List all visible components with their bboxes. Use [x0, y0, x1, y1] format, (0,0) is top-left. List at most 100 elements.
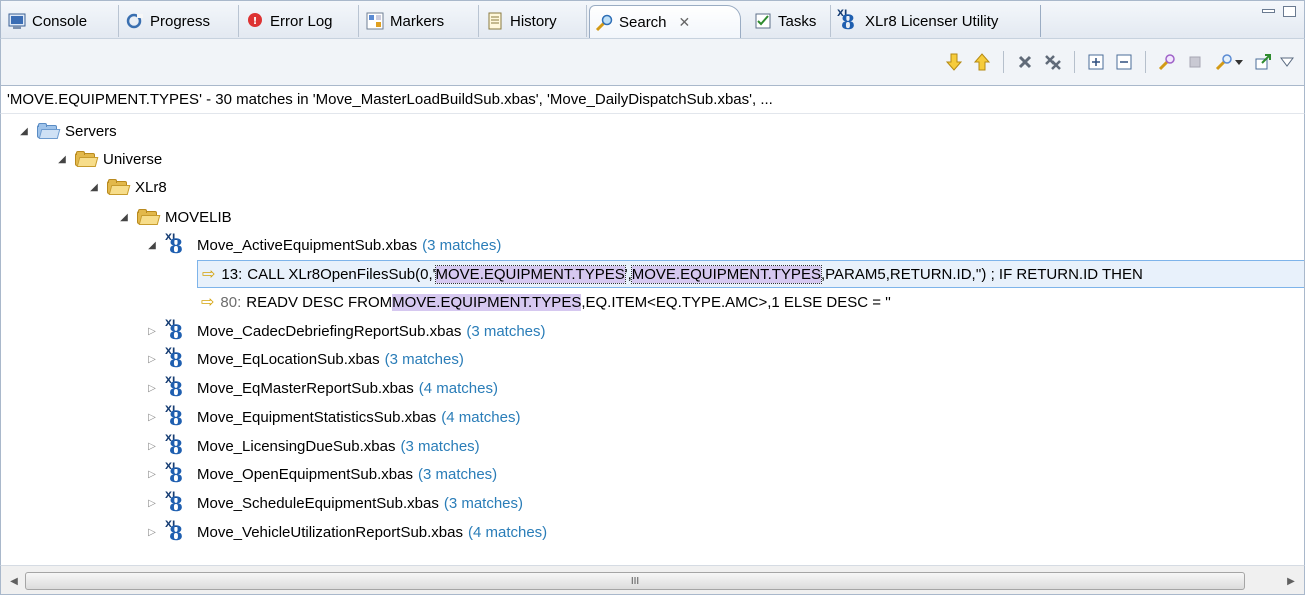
chevron-down-icon: [1235, 60, 1243, 65]
tree-node-file[interactable]: ▷ XL 8 Move_EqMasterReportSub.xbas (4 mat…: [145, 374, 498, 402]
collapsed-icon[interactable]: ▷: [145, 354, 159, 365]
collapsed-icon[interactable]: ▷: [145, 441, 159, 452]
maximize-button[interactable]: [1283, 6, 1296, 17]
match-highlight: MOVE.EQUIPMENT.TYPES: [434, 264, 626, 284]
tree-node-universe[interactable]: ◢ Universe: [55, 145, 162, 173]
tab-markers[interactable]: Markers: [361, 5, 479, 37]
tree-node-file[interactable]: ▷ XL 8 Move_VehicleUtilizationReportSub.x…: [145, 518, 547, 546]
expanded-icon[interactable]: ◢: [87, 182, 101, 193]
tree-node-file[interactable]: ▷ XL 8 Move_EquipmentStatisticsSub.xbas (…: [145, 403, 521, 431]
remove-all-icon: [1045, 55, 1061, 70]
match-count: (4 matches): [418, 379, 498, 397]
tree-node-file-expanded[interactable]: ◢ XL 8 Move_ActiveEquipmentSub.xbas (3 ma…: [145, 231, 501, 259]
collapsed-icon[interactable]: ▷: [145, 498, 159, 509]
match-count: (3 matches): [443, 494, 524, 512]
horizontal-scrollbar[interactable]: ◀ III ▶: [0, 565, 1305, 595]
collapsed-icon[interactable]: ▷: [145, 383, 159, 394]
xlr8-file-icon: XL 8: [165, 462, 183, 487]
expand-all-button[interactable]: [1085, 51, 1107, 73]
xlr8-file-icon: XL 8: [165, 405, 183, 430]
remove-selected-matches-button[interactable]: [1014, 51, 1036, 73]
line-number: 13:: [221, 265, 243, 283]
progress-icon: [125, 11, 145, 31]
match-count: (3 matches): [384, 350, 464, 368]
search-again-icon: [1158, 54, 1175, 71]
collapse-all-button[interactable]: [1113, 51, 1135, 73]
tab-history[interactable]: History: [481, 5, 587, 37]
close-icon[interactable]: ✕: [679, 14, 691, 31]
match-text-after: ,EQ.ITEM<EQ.TYPE.AMC>,1 ELSE DESC = '': [581, 293, 891, 311]
expand-all-icon: [1088, 54, 1104, 70]
tree-node-file[interactable]: ▷ XL 8 Move_EqLocationSub.xbas (3 matches…: [145, 345, 464, 373]
search-history-icon: [1215, 54, 1232, 71]
run-search-again-button[interactable]: [1156, 51, 1178, 73]
xlr8-file-icon: XL 8: [165, 233, 183, 258]
match-highlight: MOVE.EQUIPMENT.TYPES: [630, 264, 822, 284]
expanded-icon[interactable]: ◢: [55, 154, 69, 165]
expanded-icon[interactable]: ◢: [117, 212, 131, 223]
view-menu-button[interactable]: [1280, 51, 1294, 73]
expanded-icon[interactable]: ◢: [145, 240, 159, 251]
pin-icon: [1255, 54, 1271, 70]
collapsed-icon[interactable]: ▷: [145, 412, 159, 423]
match-line-selected[interactable]: ⇨ 13: CALL XLr8OpenFilesSub(0,' MOVE.EQUI…: [197, 260, 1304, 288]
file-name: Move_EquipmentStatisticsSub.xbas: [197, 408, 437, 426]
scroll-left-button[interactable]: ◀: [5, 572, 23, 590]
match-count: (3 matches): [400, 437, 480, 455]
match-arrow-icon: ⇨: [201, 294, 215, 311]
tree-node-file[interactable]: ▷ XL 8 Move_LicensingDueSub.xbas (3 match…: [145, 432, 480, 460]
scroll-right-button[interactable]: ▶: [1282, 572, 1300, 590]
minimize-button[interactable]: [1262, 9, 1275, 13]
collapsed-icon[interactable]: ▷: [145, 326, 159, 337]
previous-match-button[interactable]: [971, 51, 993, 73]
tab-console[interactable]: Console: [3, 5, 119, 37]
tree-node-file[interactable]: ▷ XL 8 Move_CadecDebriefingReportSub.xbas…: [145, 317, 546, 345]
folder-icon: [107, 179, 131, 195]
tab-xlr8-licenser-utility[interactable]: XL 8 XLr8 Licenser Utility: [833, 5, 1041, 37]
remove-all-matches-button[interactable]: [1042, 51, 1064, 73]
toolbar-separator: [1145, 51, 1146, 73]
view-menu-icon: [1280, 57, 1294, 67]
tab-error-log[interactable]: ! Error Log: [241, 5, 359, 37]
collapsed-icon[interactable]: ▷: [145, 469, 159, 480]
tab-tasks[interactable]: Tasks: [749, 5, 831, 37]
tree-node-file[interactable]: ▷ XL 8 Move_ScheduleEquipmentSub.xbas (3 …: [145, 489, 523, 517]
xlr8-file-icon: XL 8: [165, 491, 183, 516]
match-count: (3 matches): [466, 322, 546, 340]
scrollbar-thumb[interactable]: III: [25, 572, 1245, 590]
search-history-dropdown[interactable]: [1212, 51, 1246, 73]
xlr8-icon: XL 8: [837, 9, 855, 34]
error-log-icon: !: [245, 11, 265, 31]
tab-progress[interactable]: Progress: [121, 5, 239, 37]
file-name: Move_OpenEquipmentSub.xbas: [197, 465, 413, 483]
server-folder-icon: [37, 123, 61, 139]
expanded-icon[interactable]: ◢: [17, 126, 31, 137]
next-match-button[interactable]: [943, 51, 965, 73]
svg-text:!: !: [253, 16, 258, 27]
match-count: (4 matches): [467, 523, 548, 541]
match-text-before: READV DESC FROM: [246, 293, 393, 311]
arrow-up-icon: [973, 53, 991, 71]
remove-icon: [1018, 55, 1032, 69]
xlr8-file-icon: XL 8: [165, 376, 183, 401]
tree-node-movelib[interactable]: ◢ MOVELIB: [117, 203, 232, 231]
window-controls: [1262, 6, 1296, 17]
arrow-down-icon: [945, 53, 963, 71]
tab-label: Search: [619, 14, 667, 31]
pin-search-view-button[interactable]: [1252, 51, 1274, 73]
match-count: (4 matches): [441, 408, 521, 426]
cancel-search-button[interactable]: [1184, 51, 1206, 73]
file-name: Move_CadecDebriefingReportSub.xbas: [197, 322, 462, 340]
tree-node-xlr8[interactable]: ◢ XLr8: [87, 173, 167, 201]
match-highlight: MOVE.EQUIPMENT.TYPES: [392, 293, 582, 311]
toolbar-separator: [1074, 51, 1075, 73]
collapsed-icon[interactable]: ▷: [145, 527, 159, 538]
tab-search[interactable]: Search ✕: [589, 5, 741, 39]
search-results-tree[interactable]: ◢ Servers ◢ Universe ◢ XLr8 ◢ MOVELIB ◢ …: [0, 114, 1305, 565]
tree-node-file[interactable]: ▷ XL 8 Move_OpenEquipmentSub.xbas (3 matc…: [145, 460, 497, 488]
tab-label: XLr8 Licenser Utility: [865, 12, 999, 30]
line-number: 80:: [220, 293, 242, 311]
match-line[interactable]: ⇨ 80: READV DESC FROM MOVE.EQUIPMENT.TYP…: [201, 288, 891, 316]
match-text-middle: ',: [624, 265, 632, 283]
tree-node-servers[interactable]: ◢ Servers: [17, 117, 117, 145]
